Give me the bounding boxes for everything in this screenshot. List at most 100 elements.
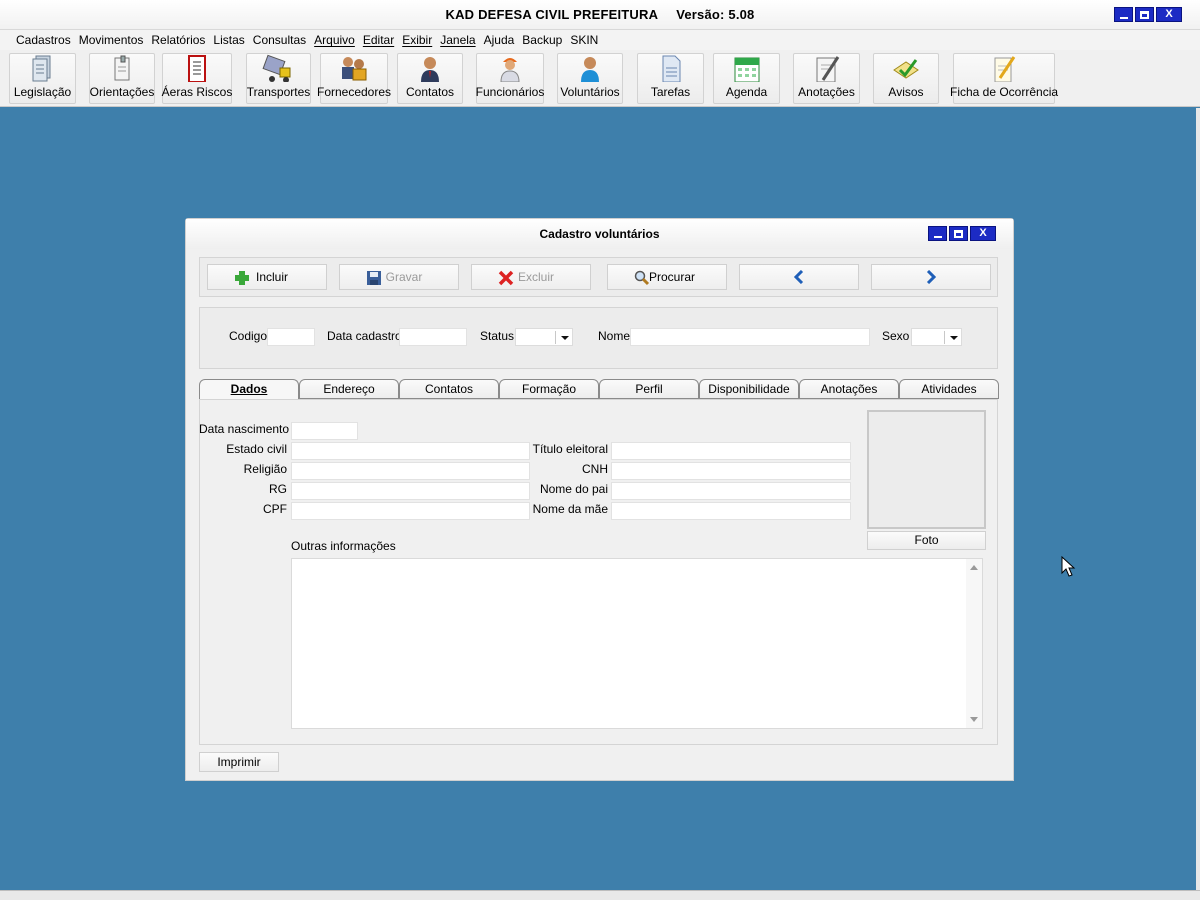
titulo-eleitoral-label: Título eleitoral bbox=[532, 442, 608, 456]
outras-informacoes-label: Outras informações bbox=[291, 539, 396, 553]
foto-button[interactable]: Foto bbox=[867, 531, 986, 550]
menu-movimentos[interactable]: Movimentos bbox=[75, 33, 148, 47]
procurar-button[interactable]: Procurar bbox=[607, 264, 727, 290]
procurar-label: Procurar bbox=[648, 270, 695, 284]
tab-dados[interactable]: Dados bbox=[199, 379, 299, 400]
toolbar-ficha-ocorrencia-button[interactable]: Ficha de Ocorrência bbox=[950, 53, 1058, 104]
menu-cadastros[interactable]: Cadastros bbox=[12, 33, 75, 47]
toolbar-tarefas-button[interactable]: Tarefas bbox=[637, 53, 704, 104]
maximize-icon bbox=[954, 229, 963, 238]
cadastro-voluntarios-dialog: Cadastro voluntários X Incluir Gravar Ex… bbox=[185, 218, 1014, 781]
previous-record-button[interactable] bbox=[739, 264, 859, 290]
scroll-up-icon[interactable] bbox=[970, 565, 978, 570]
app-title: KAD DEFESA CIVIL PREFEITURA Versão: 5.08 bbox=[0, 7, 1200, 22]
toolbar-areas-riscos-button[interactable]: Áeras Riscos bbox=[162, 53, 232, 104]
plus-icon bbox=[235, 271, 249, 285]
sexo-label: Sexo bbox=[882, 329, 910, 343]
toolbar-orientacoes-button[interactable]: Orientações bbox=[89, 53, 155, 104]
cnh-field[interactable] bbox=[611, 462, 851, 480]
toolbar-anotacoes-button[interactable]: Anotações bbox=[793, 53, 860, 104]
memo-scrollbar[interactable] bbox=[966, 559, 982, 728]
dialog-close-button[interactable]: X bbox=[970, 226, 996, 241]
nome-mae-field[interactable] bbox=[611, 502, 851, 520]
gravar-button[interactable]: Gravar bbox=[339, 264, 459, 290]
imprimir-button[interactable]: Imprimir bbox=[199, 752, 279, 772]
estado-civil-field[interactable] bbox=[291, 442, 530, 460]
status-label: Status bbox=[480, 329, 515, 343]
tab-contatos[interactable]: Contatos bbox=[399, 379, 499, 399]
tab-anotacoes[interactable]: Anotações bbox=[799, 379, 899, 399]
data-nascimento-field[interactable] bbox=[291, 422, 358, 440]
menu-bar: Cadastros Movimentos Relatórios Listas C… bbox=[0, 30, 1200, 50]
tab-formacao[interactable]: Formação bbox=[499, 379, 599, 399]
tab-disponibilidade[interactable]: Disponibilidade bbox=[699, 379, 799, 399]
dialog-maximize-button[interactable] bbox=[949, 226, 968, 241]
estado-civil-label: Estado civil bbox=[226, 442, 287, 456]
toolbar-contatos-button[interactable]: Contatos bbox=[397, 53, 463, 104]
dialog-title: Cadastro voluntários bbox=[539, 227, 660, 241]
cpf-field[interactable] bbox=[291, 502, 530, 520]
menu-arquivo[interactable]: Arquivo bbox=[310, 33, 359, 47]
status-select[interactable] bbox=[515, 328, 573, 346]
task-page-icon bbox=[662, 55, 680, 82]
menu-listas[interactable]: Listas bbox=[209, 33, 248, 47]
app-title-text: KAD DEFESA CIVIL PREFEITURA bbox=[445, 7, 659, 22]
cnh-label: CNH bbox=[582, 462, 608, 476]
dialog-minimize-button[interactable] bbox=[928, 226, 947, 241]
toolbar-legislacao-button[interactable]: Legislação bbox=[9, 53, 76, 104]
menu-janela[interactable]: Janela bbox=[436, 33, 479, 47]
rg-field[interactable] bbox=[291, 482, 530, 500]
titulo-eleitoral-field[interactable] bbox=[611, 442, 851, 460]
toolbar-fornecedores-button[interactable]: Fornecedores bbox=[316, 53, 392, 104]
toolbar-fornecedores-label: Fornecedores bbox=[316, 85, 392, 99]
sexo-select[interactable] bbox=[911, 328, 962, 346]
app-minimize-button[interactable] bbox=[1114, 7, 1133, 22]
nome-field[interactable] bbox=[630, 328, 870, 346]
menu-relatorios[interactable]: Relatórios bbox=[147, 33, 209, 47]
record-tabs: Dados Endereço Contatos Formação Perfil … bbox=[199, 379, 999, 400]
menu-editar[interactable]: Editar bbox=[359, 33, 398, 47]
toolbar-funcionarios-label: Funcionários bbox=[475, 85, 545, 99]
app-window-controls: X bbox=[1114, 7, 1182, 22]
delete-x-icon bbox=[498, 270, 514, 286]
toolbar-agenda-button[interactable]: Agenda bbox=[713, 53, 780, 104]
nome-pai-field[interactable] bbox=[611, 482, 851, 500]
risk-list-icon bbox=[188, 55, 206, 82]
incluir-label: Incluir bbox=[255, 270, 288, 284]
outras-informacoes-textarea[interactable] bbox=[291, 558, 983, 729]
occurrence-sheet-icon bbox=[994, 56, 1016, 82]
notepad-icon bbox=[816, 56, 839, 82]
toolbar-transportes-button[interactable]: Transportes bbox=[246, 53, 311, 104]
toolbar-funcionarios-button[interactable]: Funcionários bbox=[476, 53, 544, 104]
codigo-field[interactable] bbox=[267, 328, 315, 346]
calendar-icon bbox=[734, 57, 759, 82]
status-strip bbox=[0, 890, 1200, 900]
tab-perfil[interactable]: Perfil bbox=[599, 379, 699, 399]
excluir-button[interactable]: Excluir bbox=[471, 264, 591, 290]
menu-skin[interactable]: SKIN bbox=[566, 33, 602, 47]
chevron-down-icon bbox=[561, 336, 569, 340]
toolbar-voluntarios-button[interactable]: Voluntários bbox=[557, 53, 623, 104]
menu-backup[interactable]: Backup bbox=[518, 33, 566, 47]
dialog-titlebar[interactable]: Cadastro voluntários X bbox=[186, 219, 1013, 249]
toolbar-avisos-button[interactable]: Avisos bbox=[873, 53, 939, 104]
next-record-button[interactable] bbox=[871, 264, 991, 290]
sexo-select-divider bbox=[944, 331, 945, 344]
chevron-left-icon bbox=[793, 270, 804, 284]
data-nascimento-label: Data nascimento bbox=[199, 422, 290, 436]
menu-exibir[interactable]: Exibir bbox=[398, 33, 436, 47]
data-cadastro-field[interactable] bbox=[399, 328, 467, 346]
menu-consultas[interactable]: Consultas bbox=[249, 33, 310, 47]
scroll-down-icon[interactable] bbox=[970, 717, 978, 722]
tab-endereco[interactable]: Endereço bbox=[299, 379, 399, 399]
religiao-field[interactable] bbox=[291, 462, 530, 480]
tab-atividades[interactable]: Atividades bbox=[899, 379, 999, 399]
dialog-window-controls: X bbox=[928, 226, 996, 241]
mouse-pointer-icon bbox=[1061, 556, 1076, 577]
incluir-button[interactable]: Incluir bbox=[207, 264, 327, 290]
app-close-button[interactable]: X bbox=[1156, 7, 1182, 22]
app-maximize-button[interactable] bbox=[1135, 7, 1154, 22]
notice-check-icon bbox=[893, 59, 919, 79]
toolbar-avisos-label: Avisos bbox=[888, 85, 924, 99]
menu-ajuda[interactable]: Ajuda bbox=[480, 33, 519, 47]
